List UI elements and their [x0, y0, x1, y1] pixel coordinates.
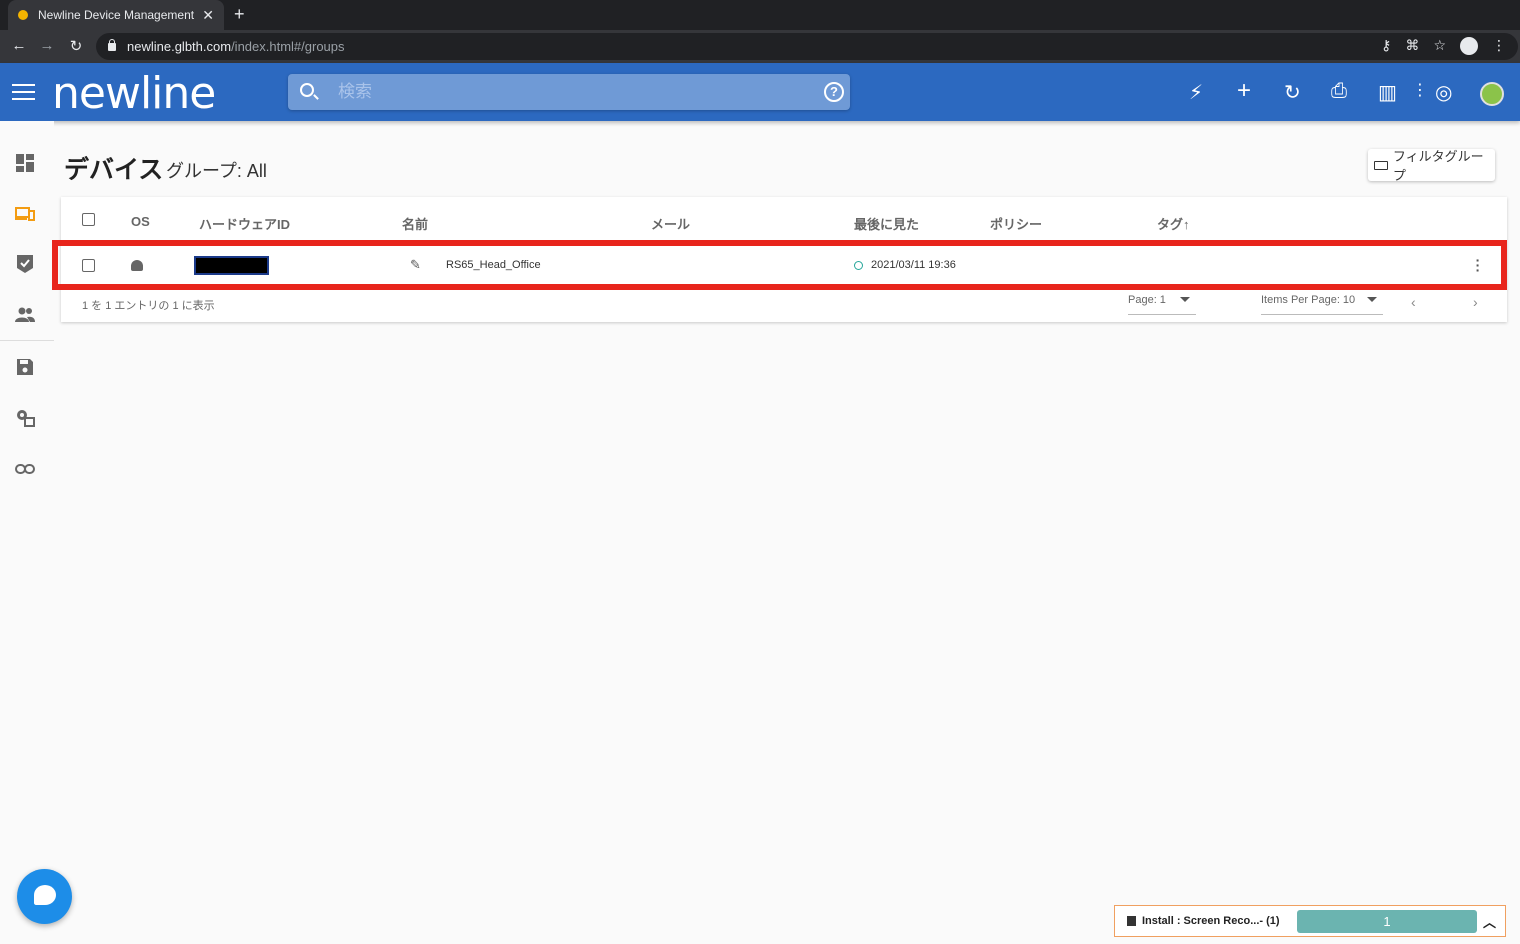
filter-group-label: フィルタグループ: [1392, 149, 1484, 183]
sidebar: [0, 121, 54, 944]
row-checkbox[interactable]: [82, 259, 95, 272]
search-icon: [300, 83, 314, 97]
select-all-checkbox[interactable]: [82, 213, 95, 226]
help-icon[interactable]: ?: [824, 82, 844, 102]
star-icon[interactable]: ☆: [1433, 37, 1446, 55]
reload-icon[interactable]: ↻: [67, 37, 85, 55]
key-icon[interactable]: ⚷: [1381, 37, 1391, 55]
browser-tab[interactable]: Newline Device Management ✕: [8, 0, 224, 30]
column-hardware-id[interactable]: ハードウェアID: [199, 214, 290, 233]
favicon-icon: [18, 10, 28, 20]
devices-filter-icon: [1374, 160, 1388, 170]
page-select[interactable]: Page: 1: [1128, 294, 1166, 306]
menu-icon[interactable]: [12, 84, 35, 100]
browser-tab-strip: Newline Device Management ✕ +: [0, 0, 1520, 30]
items-per-page-dropdown-icon[interactable]: [1367, 297, 1377, 302]
save-icon[interactable]: [15, 357, 35, 377]
users-icon[interactable]: [15, 305, 35, 325]
column-last-seen[interactable]: 最後に見た: [854, 214, 919, 233]
items-per-page-select[interactable]: Items Per Page: 10: [1261, 294, 1355, 306]
globe-icon[interactable]: ◎: [1435, 80, 1452, 105]
sidebar-divider: [0, 340, 54, 341]
column-name[interactable]: 名前: [402, 214, 428, 233]
browser-menu-icon[interactable]: ⋮: [1492, 37, 1506, 55]
print-icon[interactable]: ⎙: [1331, 80, 1347, 103]
last-seen-value: 2021/03/11 19:36: [871, 259, 956, 271]
newline-logo: newline: [52, 68, 216, 119]
row-more-icon[interactable]: · · ·: [1474, 253, 1482, 277]
refresh-icon[interactable]: ↻: [1284, 80, 1301, 105]
package-icon: [1127, 916, 1136, 926]
column-email[interactable]: メール: [651, 214, 690, 233]
url-host: newline.glbth.com: [127, 39, 232, 54]
settings-gear-icon[interactable]: [15, 408, 35, 428]
tab-title: Newline Device Management: [38, 8, 195, 22]
app-header: newline ? ⚡ + ↻ ⎙ ▥ ⋮ ◎: [0, 63, 1520, 121]
link-icon[interactable]: [15, 459, 35, 479]
chat-bubble-icon: [34, 885, 56, 905]
clock-icon: [854, 261, 863, 270]
column-tags[interactable]: タグ↑: [1157, 214, 1190, 233]
column-os[interactable]: OS: [131, 214, 150, 229]
android-icon: [131, 260, 143, 271]
policy-shield-icon[interactable]: [15, 254, 35, 274]
install-status-toast: Install : Screen Reco...- (1) 1 ︿: [1114, 905, 1506, 937]
tab-close-icon[interactable]: ✕: [202, 7, 214, 24]
prev-page-icon[interactable]: ‹: [1411, 294, 1416, 310]
profile-icon[interactable]: [1460, 37, 1478, 55]
next-page-icon[interactable]: ›: [1473, 294, 1478, 310]
plug-icon[interactable]: ⚡: [1189, 80, 1203, 105]
columns-icon[interactable]: ▥: [1378, 80, 1397, 105]
add-icon[interactable]: +: [1237, 77, 1251, 105]
translate-icon[interactable]: ⌘: [1405, 37, 1419, 55]
forward-arrow-icon[interactable]: →: [38, 37, 56, 54]
devices-icon[interactable]: [15, 204, 35, 224]
entries-summary: 1 を 1 エントリの 1 に表示: [82, 300, 215, 312]
redacted-hardware-id: [194, 256, 269, 275]
divider-dots-icon: ⋮: [1412, 82, 1428, 99]
url-path: /index.html#/groups: [231, 39, 345, 54]
chat-button[interactable]: [17, 869, 72, 924]
lock-icon: [108, 38, 116, 51]
dashboard-icon[interactable]: [15, 153, 35, 173]
device-name: RS65_Head_Office: [446, 259, 541, 271]
items-per-page-underline: [1261, 314, 1383, 315]
edit-pencil-icon[interactable]: ✎: [410, 257, 421, 273]
user-avatar[interactable]: [1480, 82, 1504, 106]
group-subtitle: グループ: All: [166, 161, 267, 181]
install-progress-bar: 1: [1297, 910, 1477, 933]
column-policy[interactable]: ポリシー: [990, 214, 1042, 233]
search-input[interactable]: [338, 80, 808, 104]
table-row-highlighted[interactable]: [52, 240, 1507, 290]
new-tab-button[interactable]: +: [234, 4, 245, 25]
address-bar[interactable]: newline.glbth.com /index.html#/groups ⚷ …: [96, 33, 1518, 60]
page-title: デバイス: [64, 156, 164, 184]
back-arrow-icon[interactable]: ←: [10, 37, 28, 54]
filter-group-button[interactable]: フィルタグループ: [1368, 149, 1495, 183]
browser-toolbar: ← → ↻ newline.glbth.com /index.html#/gro…: [0, 30, 1520, 63]
page-select-underline: [1128, 314, 1196, 315]
install-task-label: Install : Screen Reco...- (1): [1142, 915, 1280, 927]
expand-chevron-icon[interactable]: ︿: [1483, 912, 1496, 931]
search-box: ?: [288, 74, 850, 110]
page-dropdown-icon[interactable]: [1180, 297, 1190, 302]
